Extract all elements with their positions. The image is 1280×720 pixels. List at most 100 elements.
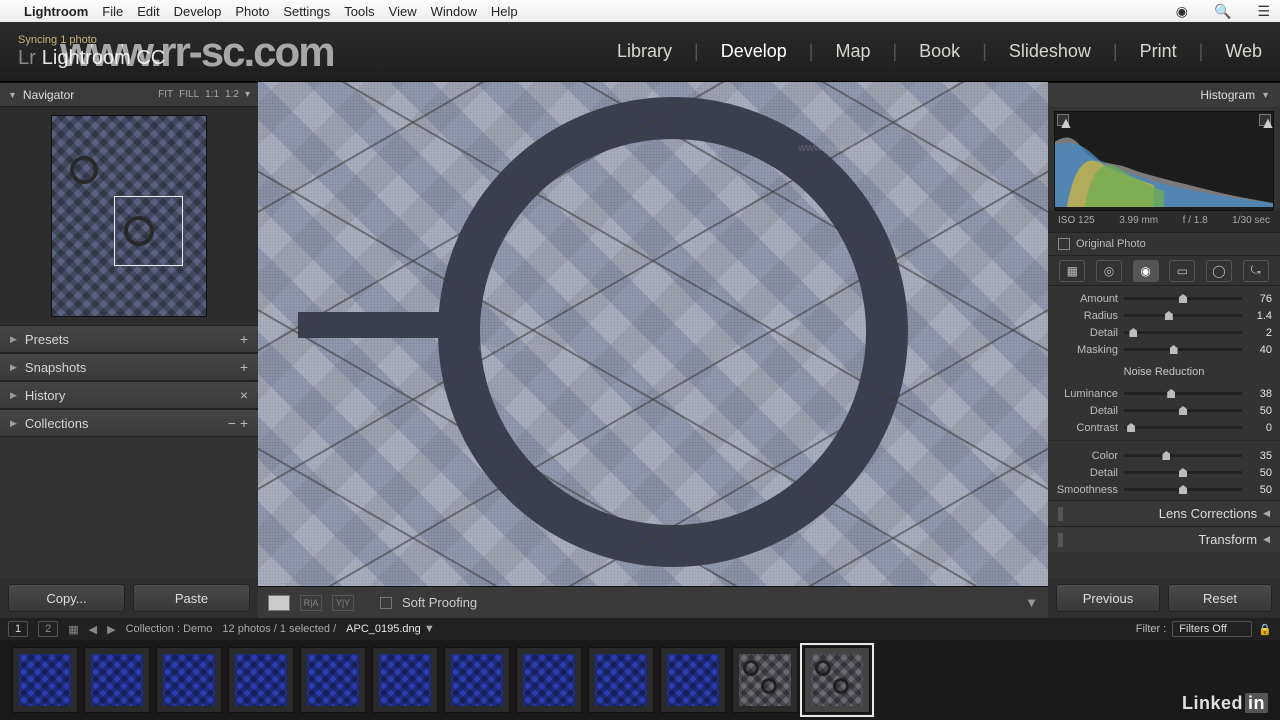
secondary-toolbar: R|A Y|Y Soft Proofing ▼ — [258, 586, 1048, 618]
chevron-right-icon: ▶ — [10, 390, 17, 401]
exif-focal: 3.99 mm — [1119, 215, 1158, 226]
exif-aperture: f / 1.8 — [1183, 215, 1208, 226]
histogram-graph[interactable]: ▲ ▲ — [1054, 111, 1274, 211]
spotlight-icon[interactable]: 🔍 — [1214, 3, 1231, 20]
menu-settings[interactable]: Settings — [283, 4, 330, 19]
image-canvas[interactable]: www.rr-sc.com www.rr-sc.com — [258, 82, 1048, 586]
slider-colornr-color[interactable]: Color35 — [1056, 447, 1272, 464]
filmstrip-thumb[interactable] — [300, 647, 366, 713]
menu-develop[interactable]: Develop — [174, 4, 222, 19]
navigator-preview[interactable] — [0, 107, 258, 325]
brush-tool-icon[interactable]: ⤿ — [1243, 260, 1269, 282]
nav-fwd-icon[interactable]: ▶ — [107, 623, 115, 636]
menu-edit[interactable]: Edit — [137, 4, 159, 19]
filter-lock-icon[interactable]: 🔒 — [1258, 623, 1272, 636]
radial-filter-icon[interactable]: ◯ — [1206, 260, 1232, 282]
identity-plate: Syncing 1 photo LrLightroom CC — [18, 35, 165, 68]
menu-extras-icon[interactable]: ☰ — [1257, 3, 1270, 20]
filmstrip-thumb[interactable] — [12, 647, 78, 713]
crop-tool-icon[interactable]: ▦ — [1059, 260, 1085, 282]
lens-corrections-panel[interactable]: Lens Corrections◀ — [1048, 500, 1280, 526]
module-picker-bar: Syncing 1 photo LrLightroom CC Library| … — [0, 22, 1280, 82]
exif-iso: ISO 125 — [1058, 215, 1095, 226]
copy-settings-button[interactable]: Copy... — [8, 584, 125, 612]
menu-app[interactable]: Lightroom — [24, 4, 88, 19]
slider-noise-luminance[interactable]: Luminance38 — [1056, 385, 1272, 402]
redeye-tool-icon[interactable]: ◉ — [1133, 260, 1159, 282]
original-photo-checkbox[interactable] — [1058, 238, 1070, 250]
filmstrip-thumb[interactable] — [444, 647, 510, 713]
zoom-menu-icon[interactable]: ▾ — [245, 89, 250, 100]
filmstrip-thumb[interactable] — [228, 647, 294, 713]
grad-filter-icon[interactable]: ▭ — [1169, 260, 1195, 282]
previous-button[interactable]: Previous — [1056, 584, 1160, 612]
slider-noise-detail[interactable]: Detail50 — [1056, 402, 1272, 419]
before-after-lr-icon[interactable]: R|A — [300, 595, 322, 611]
filmstrip-thumb[interactable] — [516, 647, 582, 713]
zoom-fill[interactable]: FILL — [179, 89, 199, 100]
filmstrip-thumb[interactable] — [156, 647, 222, 713]
grid-view-icon[interactable]: ▦ — [68, 623, 78, 636]
slider-sharpen-detail[interactable]: Detail2 — [1056, 324, 1272, 341]
filmstrip-thumb[interactable] — [84, 647, 150, 713]
sync-status: Syncing 1 photo — [18, 35, 165, 46]
chevron-right-icon: ▶ — [10, 334, 17, 345]
primary-display-button[interactable]: 1 — [8, 621, 28, 637]
histogram-header[interactable]: Histogram▼ — [1048, 83, 1280, 107]
left-section-presets[interactable]: ▶Presets+ — [0, 325, 258, 353]
menu-window[interactable]: Window — [431, 4, 477, 19]
menu-tools[interactable]: Tools — [344, 4, 374, 19]
reset-button[interactable]: Reset — [1168, 584, 1272, 612]
menu-photo[interactable]: Photo — [235, 4, 269, 19]
navigator-header[interactable]: ▼ Navigator FIT FILL 1:1 1:2 ▾ — [0, 83, 258, 107]
filmstrip-thumb[interactable] — [804, 647, 870, 713]
loupe-view-icon[interactable] — [268, 595, 290, 611]
exif-shutter: 1/30 sec — [1232, 215, 1270, 226]
nav-back-icon[interactable]: ◀ — [89, 623, 97, 636]
source-label[interactable]: Collection : Demo — [126, 623, 213, 635]
soft-proofing-checkbox[interactable] — [380, 597, 392, 609]
before-after-tb-icon[interactable]: Y|Y — [332, 595, 354, 611]
menu-help[interactable]: Help — [491, 4, 518, 19]
module-library[interactable]: Library — [617, 37, 672, 66]
filmstrip: 1 2 ▦ ◀ ▶ Collection : Demo 12 photos / … — [0, 618, 1280, 720]
slider-sharpen-radius[interactable]: Radius1.4 — [1056, 307, 1272, 324]
disclosure-triangle-icon: ▼ — [8, 90, 17, 100]
cc-status-icon[interactable]: ◉ — [1176, 3, 1188, 20]
slider-sharpen-masking[interactable]: Masking40 — [1056, 341, 1272, 358]
count-label: 12 photos / 1 selected / — [222, 623, 336, 635]
slider-sharpen-amount[interactable]: Amount76 — [1056, 290, 1272, 307]
develop-tool-strip: ▦ ◎ ◉ ▭ ◯ ⤿ — [1048, 256, 1280, 286]
toolbar-menu-icon[interactable]: ▼ — [1025, 595, 1038, 610]
transform-panel[interactable]: Transform◀ — [1048, 526, 1280, 552]
module-web[interactable]: Web — [1225, 37, 1262, 66]
slider-colornr-smoothness[interactable]: Smoothness50 — [1056, 481, 1272, 498]
menu-view[interactable]: View — [389, 4, 417, 19]
paste-settings-button[interactable]: Paste — [133, 584, 250, 612]
zoom-fit[interactable]: FIT — [158, 89, 173, 100]
slider-colornr-detail[interactable]: Detail50 — [1056, 464, 1272, 481]
spot-tool-icon[interactable]: ◎ — [1096, 260, 1122, 282]
module-map[interactable]: Map — [835, 37, 870, 66]
zoom-ratio[interactable]: 1:2 — [225, 89, 239, 100]
filter-preset-dropdown[interactable]: Filters Off — [1172, 621, 1252, 637]
left-panel: ▼ Navigator FIT FILL 1:1 1:2 ▾ ▶Presets+… — [0, 82, 258, 618]
module-develop[interactable]: Develop — [721, 37, 787, 66]
filmstrip-thumb[interactable] — [588, 647, 654, 713]
exif-strip: ISO 125 3.99 mm f / 1.8 1/30 sec — [1048, 211, 1280, 232]
module-book[interactable]: Book — [919, 37, 960, 66]
filmstrip-thumb[interactable] — [660, 647, 726, 713]
zoom-1to1[interactable]: 1:1 — [205, 89, 219, 100]
left-section-snapshots[interactable]: ▶Snapshots+ — [0, 353, 258, 381]
slider-noise-contrast[interactable]: Contrast0 — [1056, 419, 1272, 436]
filename-label: APC_0195.dng — [346, 623, 421, 635]
filmstrip-thumb[interactable] — [732, 647, 798, 713]
module-slideshow[interactable]: Slideshow — [1009, 37, 1091, 66]
filmstrip-thumbs[interactable] — [0, 640, 1280, 720]
left-section-collections[interactable]: ▶Collections− + — [0, 409, 258, 437]
menu-file[interactable]: File — [102, 4, 123, 19]
secondary-display-button[interactable]: 2 — [38, 621, 58, 637]
filmstrip-thumb[interactable] — [372, 647, 438, 713]
module-print[interactable]: Print — [1140, 37, 1177, 66]
left-section-history[interactable]: ▶History× — [0, 381, 258, 409]
